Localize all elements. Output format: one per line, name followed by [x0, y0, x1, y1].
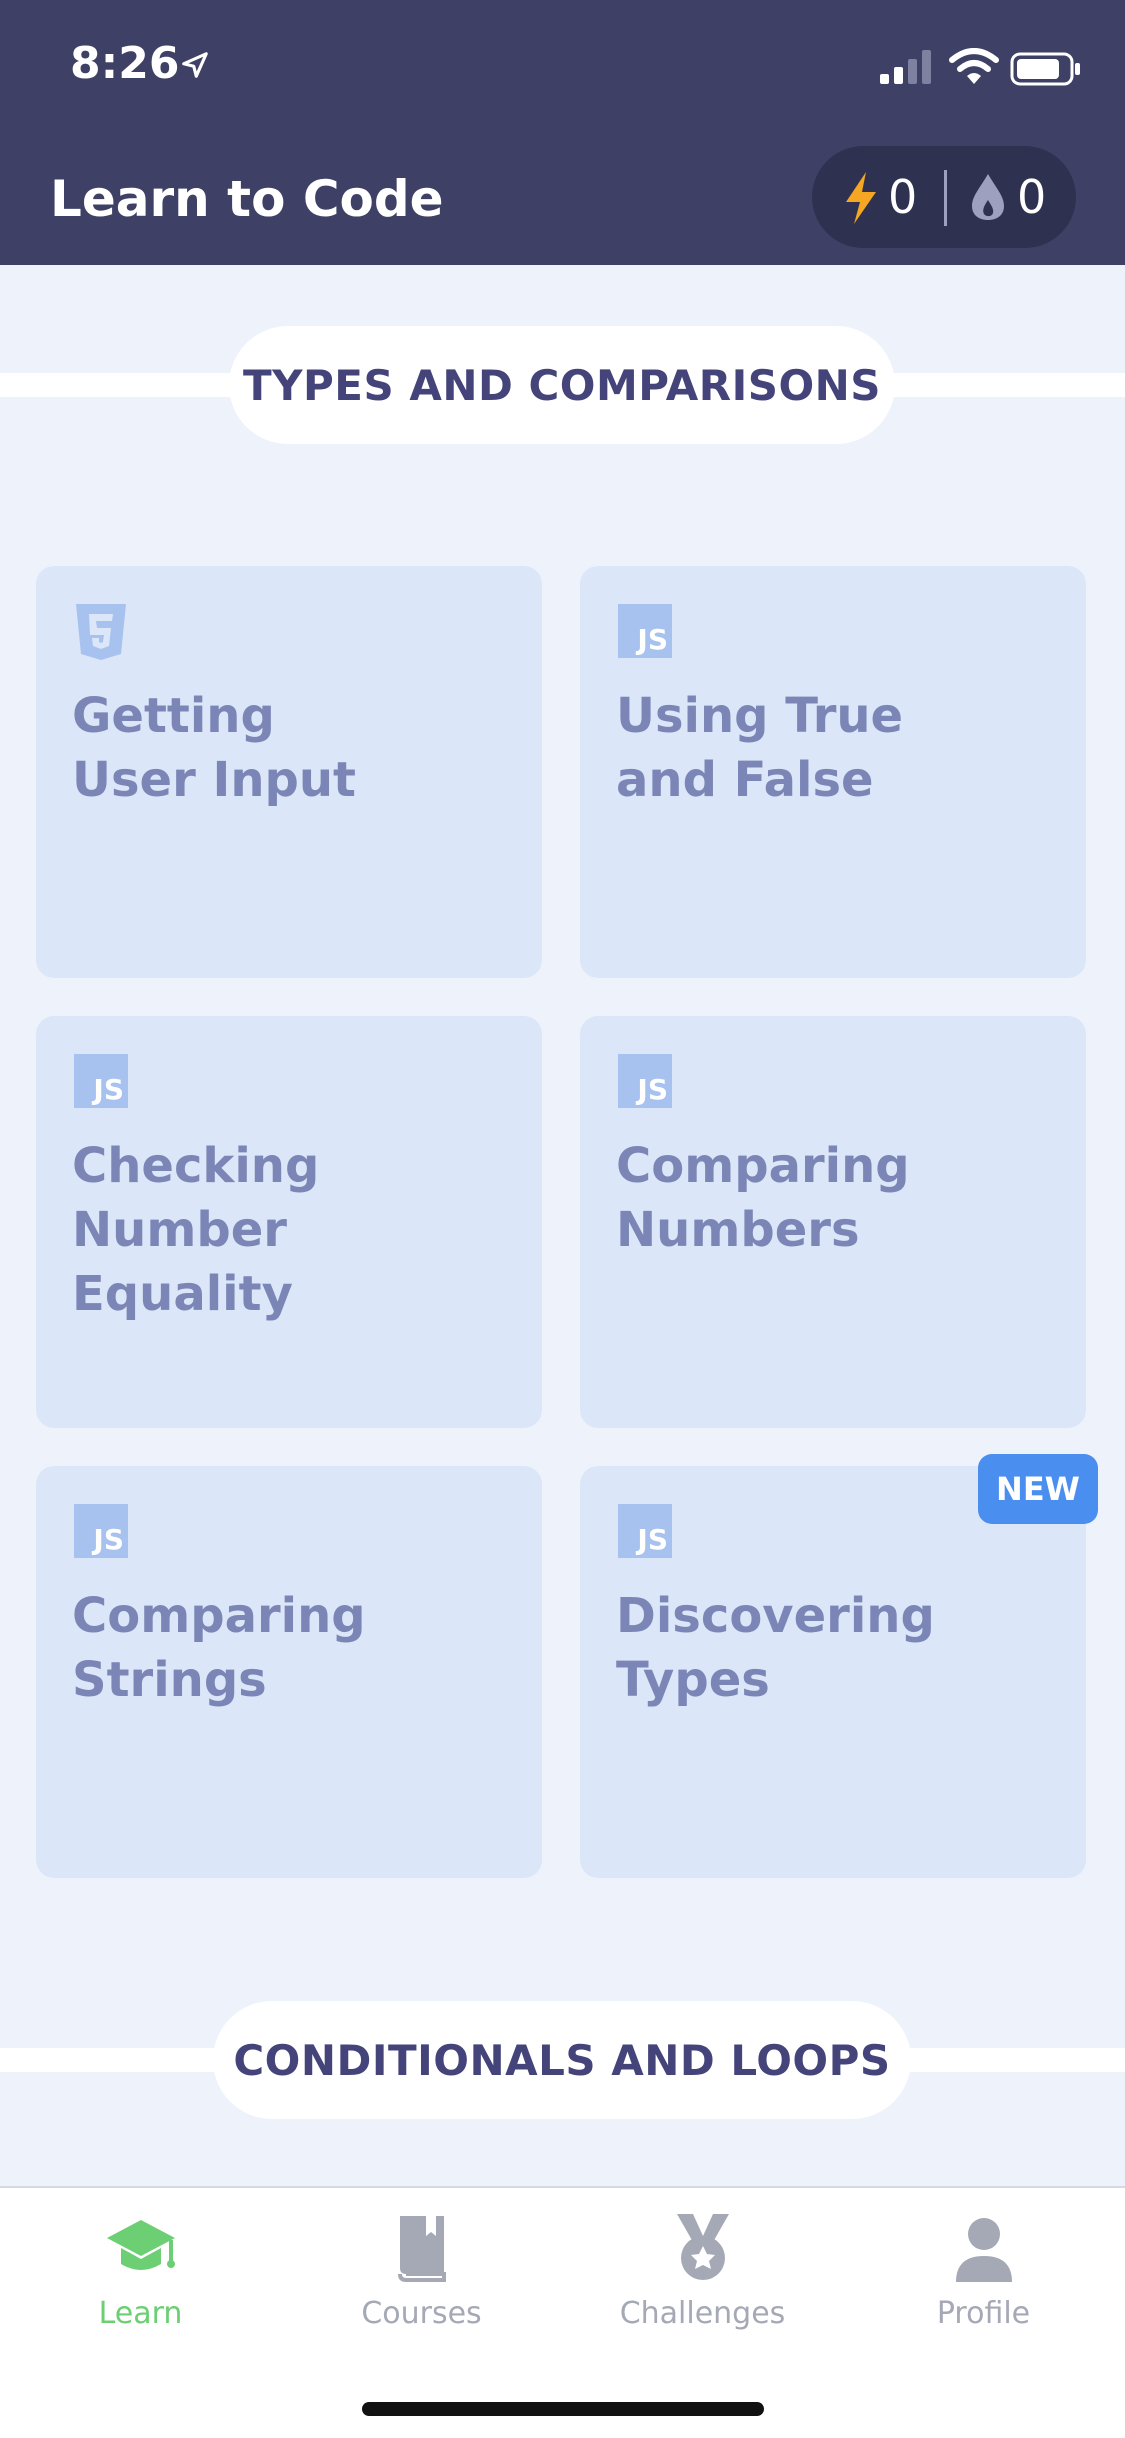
medal-icon	[677, 2214, 729, 2280]
energy-count: 0	[888, 170, 918, 224]
person-icon	[956, 2218, 1012, 2282]
page-title: Learn to Code	[50, 170, 444, 228]
js-icon: JS	[618, 604, 672, 658]
tab-label: Challenges	[619, 2296, 786, 2331]
new-badge: NEW	[978, 1454, 1098, 1524]
status-time: 8:26	[70, 38, 180, 89]
bottom-tab-bar: Learn Courses Challenges Profile	[0, 2186, 1125, 2438]
section-title: TYPES AND COMPARISONS	[242, 360, 882, 410]
section-header-conditionals: CONDITIONALS AND LOOPS	[213, 2001, 911, 2119]
tab-challenges[interactable]: Challenges	[562, 2188, 843, 2348]
wifi-icon	[949, 48, 999, 84]
book-icon	[398, 2216, 446, 2282]
tab-learn[interactable]: Learn	[0, 2188, 281, 2348]
js-icon: JS	[74, 1504, 128, 1558]
lesson-title: Getting User Input	[72, 688, 356, 808]
lesson-card-discovering-types[interactable]: JS Discovering Types	[580, 1466, 1086, 1878]
app-header: 8:26 Learn to Code 0 0	[0, 0, 1125, 265]
battery-icon	[1010, 52, 1080, 86]
stats-pill[interactable]: 0 0	[812, 146, 1076, 248]
lesson-card-comparing-numbers[interactable]: JS Comparing Numbers	[580, 1016, 1086, 1428]
tab-courses[interactable]: Courses	[281, 2188, 562, 2348]
lesson-title: Comparing Numbers	[616, 1138, 910, 1258]
html5-icon	[76, 604, 126, 660]
lesson-title: Comparing Strings	[72, 1588, 366, 1708]
section-title: CONDITIONALS AND LOOPS	[233, 2035, 891, 2085]
tab-label: Profile	[936, 2296, 1031, 2331]
js-icon: JS	[74, 1054, 128, 1108]
lightning-bolt-icon	[846, 172, 876, 224]
js-icon: JS	[618, 1054, 672, 1108]
lesson-card-using-true-and-false[interactable]: JS Using True and False	[580, 566, 1086, 978]
cellular-signal-icon	[880, 50, 931, 84]
lesson-title: Using True and False	[616, 688, 904, 808]
streak-count: 0	[1017, 170, 1047, 224]
lesson-card-checking-number-equality[interactable]: JS Checking Number Equality	[36, 1016, 542, 1428]
lesson-card-comparing-strings[interactable]: JS Comparing Strings	[36, 1466, 542, 1878]
tab-label: Learn	[98, 2296, 183, 2331]
js-icon: JS	[618, 1504, 672, 1558]
lesson-title: Checking Number Equality	[72, 1138, 320, 1322]
tab-profile[interactable]: Profile	[843, 2188, 1124, 2348]
flame-drop-icon	[972, 174, 1004, 220]
tab-label: Courses	[361, 2296, 482, 2331]
section-header-types: TYPES AND COMPARISONS	[229, 326, 895, 444]
graduation-cap-icon	[107, 2220, 175, 2270]
stats-divider	[944, 170, 947, 226]
lesson-title: Discovering Types	[616, 1588, 935, 1708]
home-indicator	[362, 2402, 764, 2416]
location-arrow-icon	[182, 52, 208, 78]
lesson-card-getting-user-input[interactable]: Getting User Input	[36, 566, 542, 978]
